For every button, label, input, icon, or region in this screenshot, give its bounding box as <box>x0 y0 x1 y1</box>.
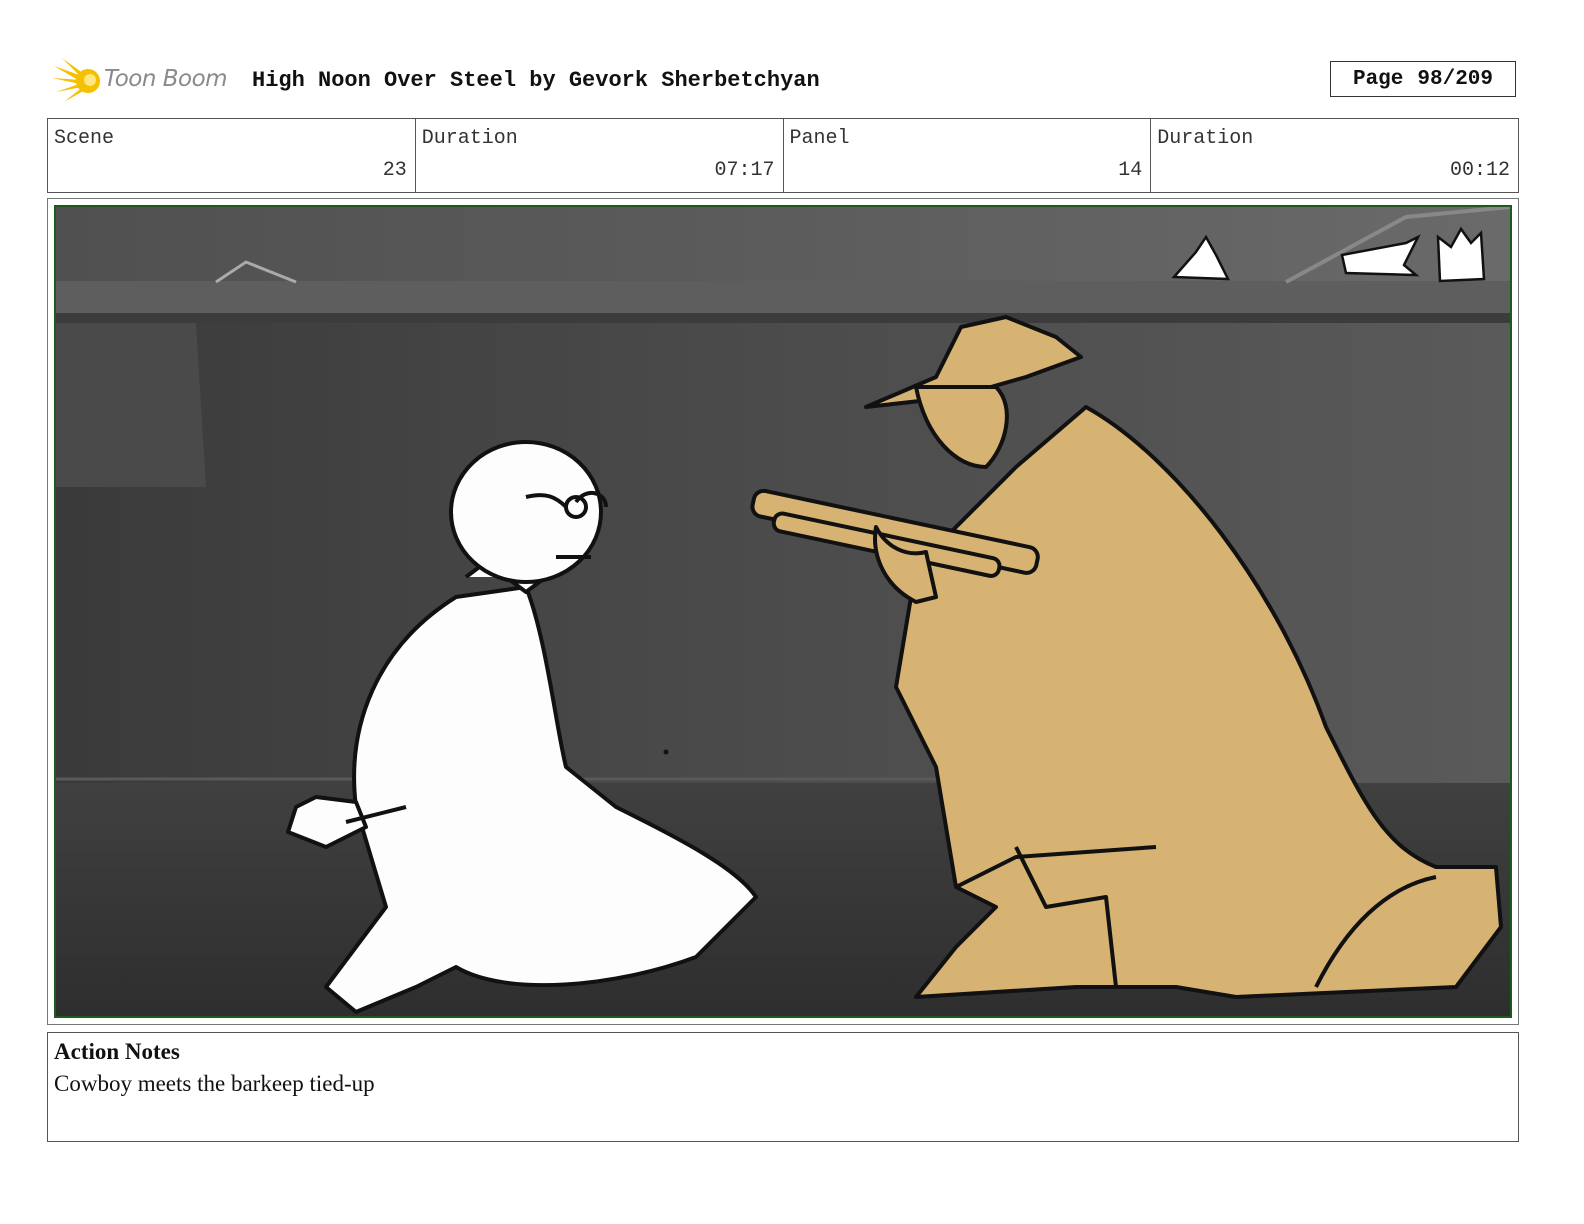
page-label: Page <box>1352 67 1404 91</box>
scene-duration-cell: Duration 07:17 <box>416 119 784 192</box>
page-header: Toon Boom High Noon Over Steel by Gevork… <box>52 56 1519 104</box>
storyboard-panel <box>54 205 1512 1018</box>
panel-duration-value: 00:12 <box>1449 159 1510 182</box>
toon-boom-star-icon <box>52 58 100 102</box>
scene-value: 23 <box>382 159 407 182</box>
logo-text: Toon Boom <box>104 66 228 92</box>
toon-boom-logo: Toon Boom <box>52 56 242 104</box>
action-notes-heading: Action Notes <box>54 1039 180 1064</box>
scene-info-table: Scene 23 Duration 07:17 Panel 14 Duratio… <box>47 118 1519 193</box>
document-title: High Noon Over Steel by Gevork Sherbetch… <box>252 68 820 93</box>
panel-label: Panel <box>789 127 850 150</box>
scene-cell: Scene 23 <box>48 119 416 192</box>
panel-duration-label: Duration <box>1157 127 1254 150</box>
storyboard-drawing <box>56 207 1510 1016</box>
scene-label: Scene <box>54 127 115 150</box>
panel-value: 14 <box>1118 159 1143 182</box>
page-number: 98/209 <box>1417 67 1494 91</box>
page-indicator: Page 98/209 <box>1330 61 1516 97</box>
scene-duration-label: Duration <box>421 127 518 150</box>
storyboard-panel-frame <box>47 198 1519 1025</box>
scene-duration-value: 07:17 <box>714 159 775 182</box>
action-notes: Action Notes Cowboy meets the barkeep ti… <box>47 1032 1519 1142</box>
panel-duration-cell: Duration 00:12 <box>1151 119 1518 192</box>
panel-cell: Panel 14 <box>784 119 1152 192</box>
action-notes-text: Cowboy meets the barkeep tied-up <box>54 1071 375 1096</box>
